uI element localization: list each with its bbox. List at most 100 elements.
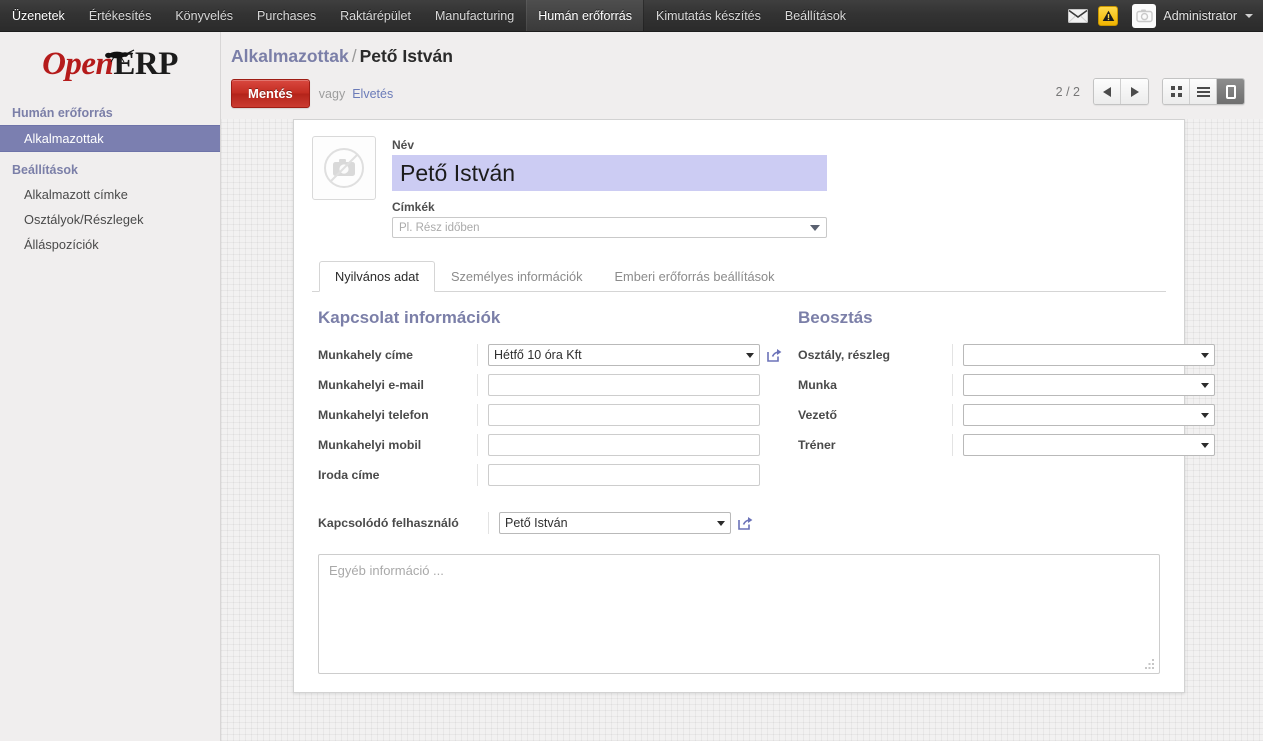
office-location-input[interactable] — [488, 464, 760, 486]
tags-field-label: Címkék — [392, 200, 435, 214]
employee-photo-upload[interactable] — [312, 136, 376, 200]
field-label: Iroda címe — [318, 468, 380, 482]
menu-item-label: Értékesítés — [88, 8, 152, 23]
tags-input[interactable]: Pl. Rész időben — [392, 217, 827, 238]
employee-form-sheet: Név Címkék Pl. Rész időben Nyilvános ada… — [293, 119, 1215, 693]
menu-item-label: Purchases — [257, 8, 317, 23]
chevron-down-icon — [717, 521, 725, 526]
or-label: vagy — [318, 86, 346, 101]
field-row-work-email: Munkahelyi e-mail — [312, 370, 782, 400]
menu-item-label: Manufacturing — [434, 8, 515, 23]
name-field-label: Név — [392, 138, 415, 152]
menu-item-manufacturing[interactable]: Manufacturing — [423, 0, 526, 31]
view-switch-kanban[interactable] — [1163, 79, 1190, 104]
openerp-logo[interactable]: OpenERP — [0, 32, 220, 95]
menu-item-human-eroforras[interactable]: Humán erőforrás — [526, 0, 644, 31]
field-row-office-location: Iroda címe — [312, 460, 782, 490]
name-input[interactable] — [392, 155, 827, 191]
work-phone-input[interactable] — [488, 404, 760, 426]
field-label: Munkahelyi telefon — [318, 408, 429, 422]
chevron-down-icon — [746, 353, 754, 358]
tags-placeholder: Pl. Rész időben — [399, 221, 480, 234]
menu-item-uzenetek[interactable]: Üzenetek — [0, 0, 77, 31]
work-email-input[interactable] — [488, 374, 760, 396]
arrow-right-icon — [1130, 86, 1139, 97]
menu-item-konyveles[interactable]: Könyvelés — [163, 0, 245, 31]
field-row-manager: Vezető — [792, 400, 1215, 430]
tab-label: Személyes információk — [450, 269, 583, 284]
breadcrumb-parent-link[interactable]: Alkalmazottak — [231, 46, 349, 66]
department-select[interactable] — [963, 344, 1215, 366]
field-row-department: Osztály, részleg — [792, 340, 1215, 370]
sidebar-section-title: Beállítások — [12, 163, 79, 177]
sidebar-item-alkalmazott-cimke[interactable]: Alkalmazott címke — [0, 182, 220, 207]
sidebar-item-osztalyok-reszlegek[interactable]: Osztályok/Részlegek — [0, 207, 220, 232]
sidebar-item-allaspoziciok[interactable]: Álláspozíciók — [0, 232, 220, 257]
menu-item-purchases[interactable]: Purchases — [245, 0, 328, 31]
chevron-down-icon — [810, 225, 820, 231]
notes-textarea[interactable]: Egyéb információ ... — [318, 554, 1160, 674]
related-user-select[interactable]: Pető István — [499, 512, 731, 534]
menu-item-label: Beállítások — [784, 8, 847, 23]
tab-nyilvanos-adat[interactable]: Nyilvános adat — [319, 261, 435, 292]
pager-buttons — [1093, 78, 1149, 105]
breadcrumb-separator: / — [351, 46, 357, 66]
field-label: Osztály, részleg — [798, 348, 891, 362]
pager-and-views: 2 / 2 — [1056, 78, 1245, 105]
sidebar-section-hr: Humán erőforrás Alkalmazottak — [0, 101, 220, 152]
warning-triangle-icon[interactable] — [1098, 5, 1119, 26]
field-row-work-mobile: Munkahelyi mobil — [312, 430, 782, 460]
form-tabs: Nyilvános adat Személyes információk Emb… — [312, 260, 1166, 292]
chevron-down-icon — [1245, 13, 1253, 18]
group-title: Kapcsolat információk — [318, 308, 501, 327]
main-menu: Üzenetek Értékesítés Könyvelés Purchases… — [0, 0, 858, 31]
discard-button[interactable]: Elvetés — [352, 87, 393, 101]
view-header: Alkalmazottak / Pető István Mentés vagy El… — [221, 32, 1263, 119]
main-content: Alkalmazottak / Pető István Mentés vagy El… — [221, 32, 1263, 741]
tab-emberi-eroforras-beallitasok[interactable]: Emberi erőforrás beállítások — [599, 261, 791, 292]
menu-item-ertekesites[interactable]: Értékesítés — [77, 0, 164, 31]
group-position: Beosztás Osztály, részleg Munka Vezető T… — [792, 308, 1215, 490]
menu-item-beallitasok[interactable]: Beállítások — [773, 0, 858, 31]
field-label: Munkahelyi mobil — [318, 438, 422, 452]
manager-select[interactable] — [963, 404, 1215, 426]
form-header-row: Név Címkék Pl. Rész időben — [312, 136, 1166, 238]
sheet-container: Név Címkék Pl. Rész időben Nyilvános ada… — [221, 119, 1263, 693]
chevron-down-icon — [1201, 413, 1209, 418]
notes-section: Egyéb információ ... — [312, 534, 1166, 674]
user-menu[interactable]: Administrator — [1128, 3, 1253, 28]
form-page-icon — [1225, 84, 1236, 99]
chevron-down-icon — [1201, 443, 1209, 448]
open-record-icon[interactable] — [767, 348, 782, 362]
save-button[interactable]: Mentés — [231, 79, 310, 108]
coach-select[interactable] — [963, 434, 1215, 456]
field-label: Munka — [798, 378, 837, 392]
work-address-value: Hétfő 10 óra Kft — [494, 348, 582, 362]
tab-label: Emberi erőforrás beállítások — [614, 269, 775, 284]
envelope-icon[interactable] — [1068, 8, 1089, 23]
job-select[interactable] — [963, 374, 1215, 396]
user-name-label: Administrator — [1163, 8, 1237, 23]
sidebar-item-label: Álláspozíciók — [24, 237, 99, 252]
resize-grip-icon[interactable] — [1145, 659, 1156, 670]
field-row-coach: Tréner — [792, 430, 1215, 460]
tab-label: Nyilvános adat — [335, 269, 419, 284]
pager-next-button[interactable] — [1121, 79, 1148, 104]
menu-item-label: Üzenetek — [12, 8, 65, 23]
menu-item-kimutatas-keszites[interactable]: Kimutatás készítés — [644, 0, 773, 31]
group-title: Beosztás — [798, 308, 873, 327]
open-record-icon[interactable] — [738, 516, 753, 530]
menu-item-label: Kimutatás készítés — [655, 8, 761, 23]
tab-szemelyes-informaciok[interactable]: Személyes információk — [435, 261, 599, 292]
view-switch-list[interactable] — [1190, 79, 1217, 104]
kanban-grid-icon — [1170, 86, 1182, 97]
menu-item-raktarepulet[interactable]: Raktárépület — [328, 0, 423, 31]
work-mobile-input[interactable] — [488, 434, 760, 456]
pager-previous-button[interactable] — [1094, 79, 1121, 104]
work-address-select[interactable]: Hétfő 10 óra Kft — [488, 344, 760, 366]
breadcrumb: Alkalmazottak / Pető István — [231, 44, 1247, 79]
view-switch-form[interactable] — [1217, 79, 1244, 104]
menu-item-label: Humán erőforrás — [538, 8, 632, 23]
sidebar-item-alkalmazottak[interactable]: Alkalmazottak — [0, 125, 220, 152]
arrow-left-icon — [1103, 86, 1111, 97]
